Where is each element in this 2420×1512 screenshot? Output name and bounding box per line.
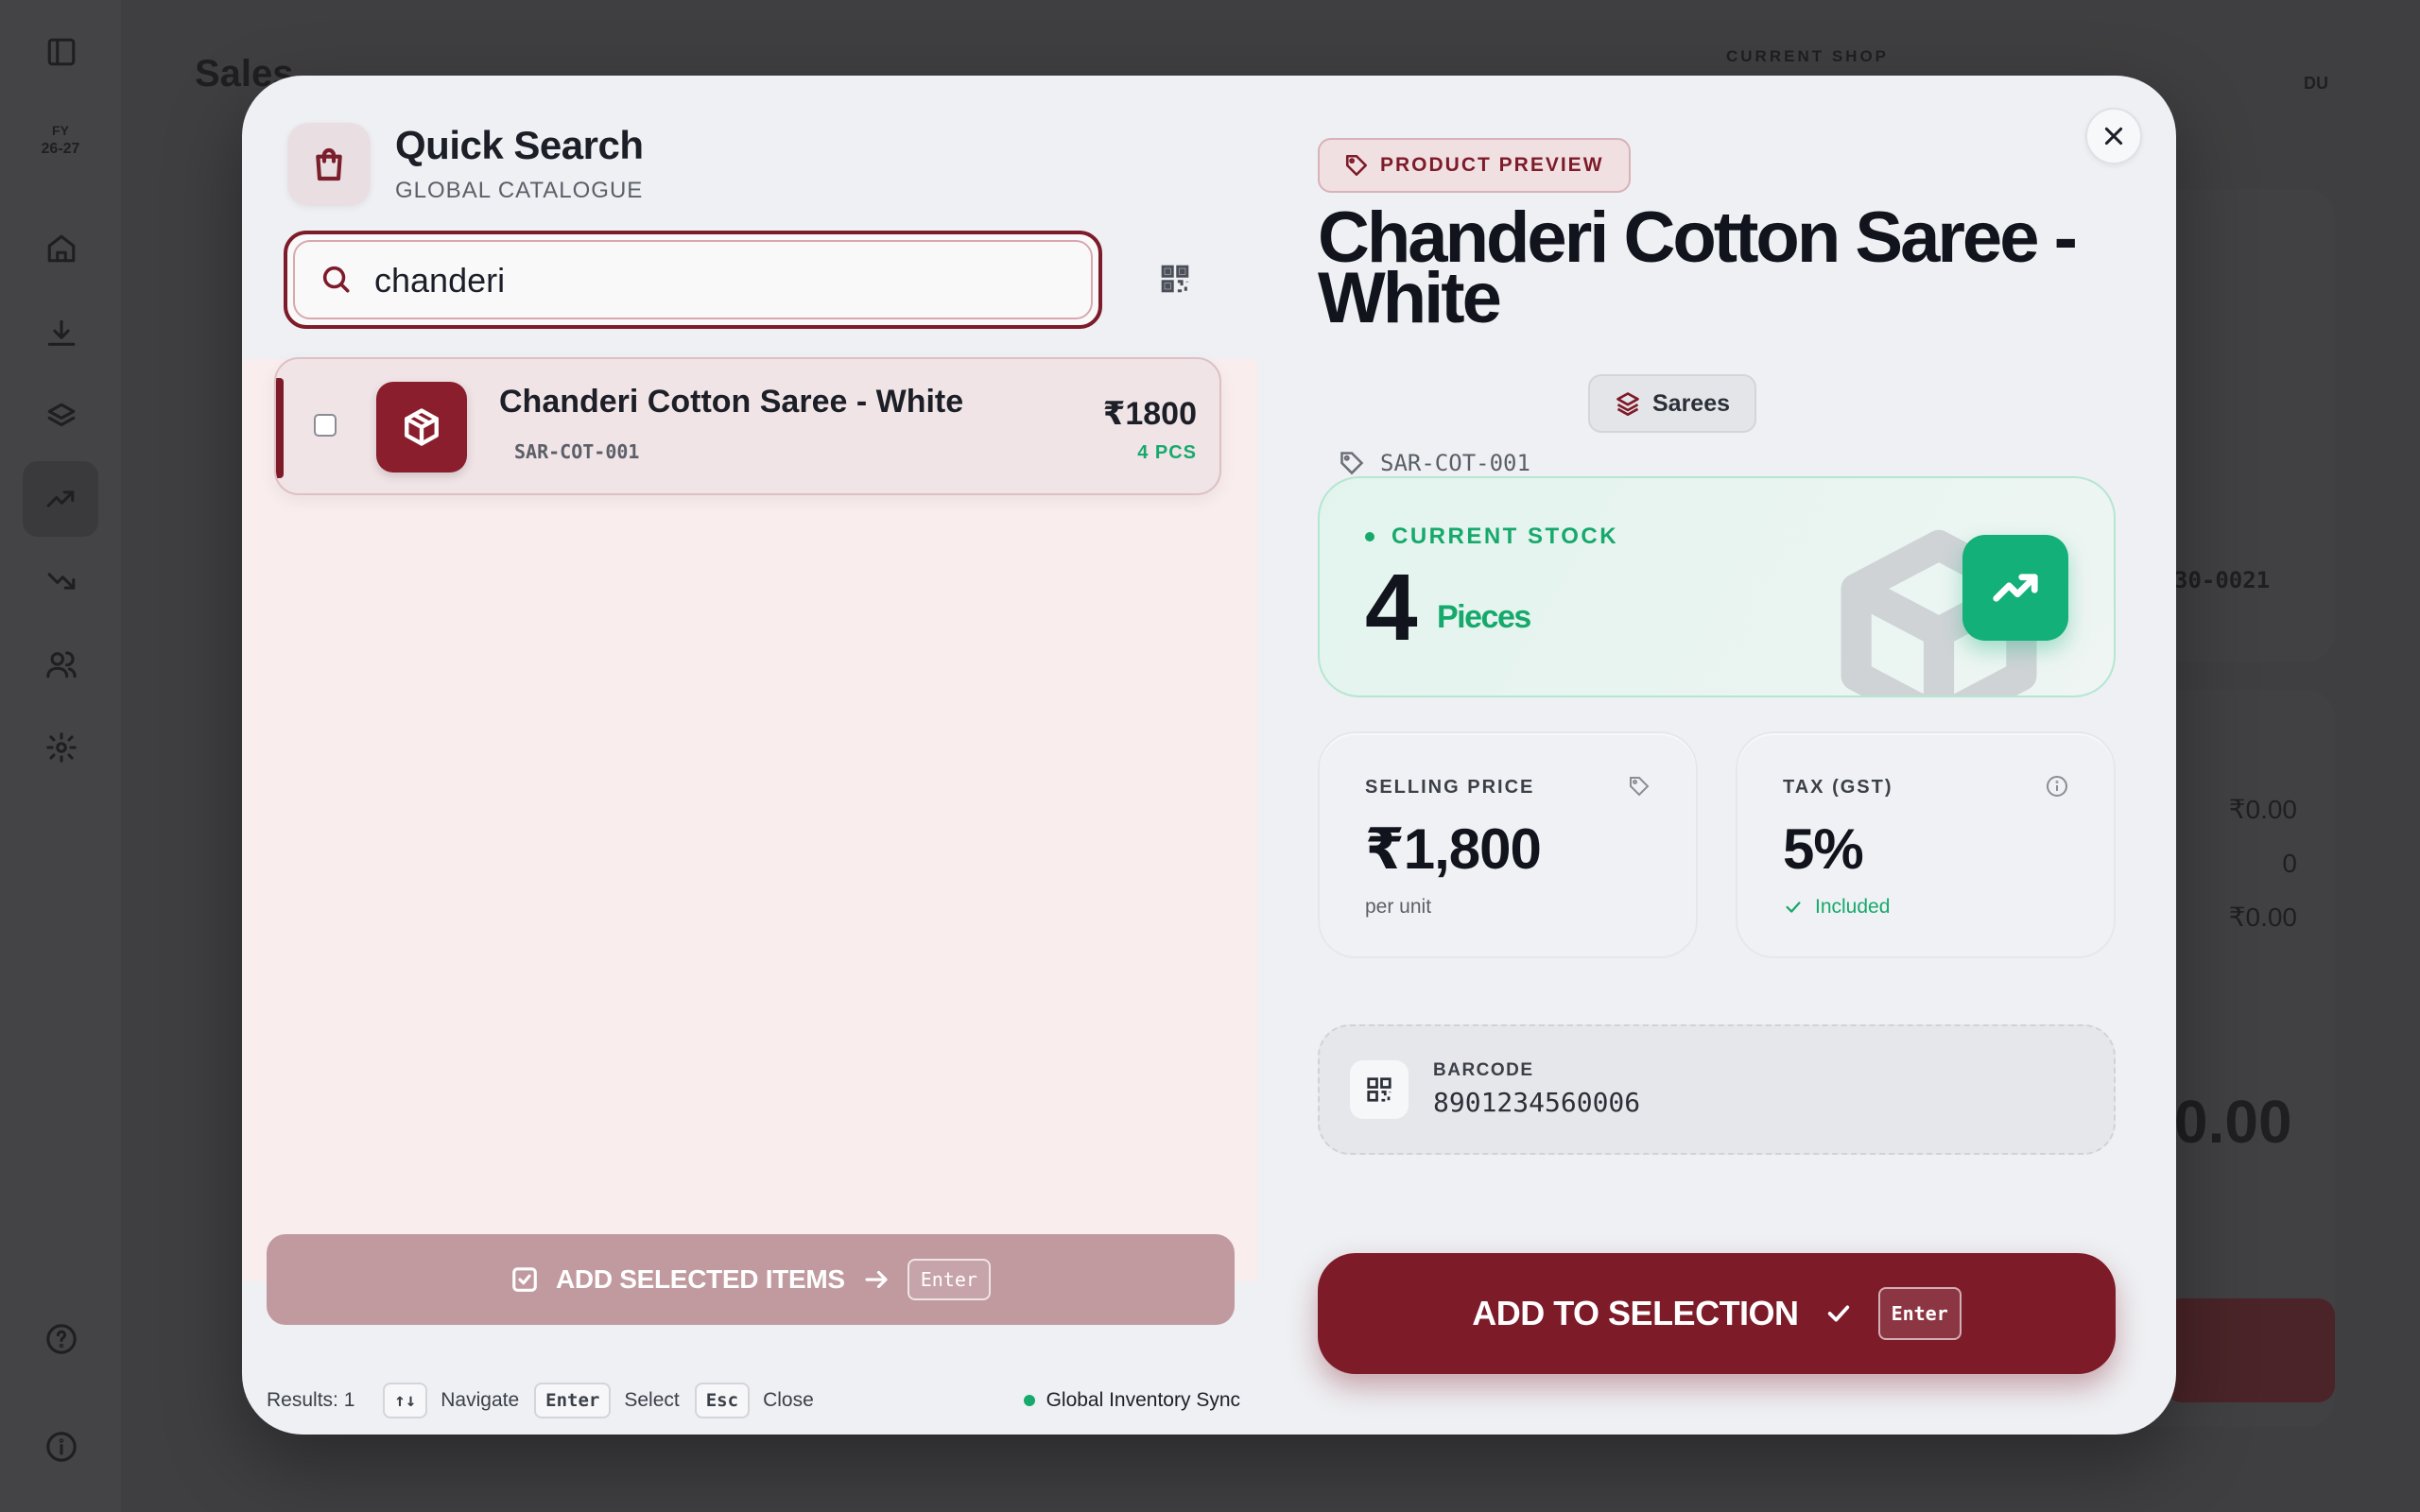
tag-icon	[1340, 452, 1364, 475]
sidebar: FY 26-27	[0, 0, 121, 1512]
stock-value: 4	[1365, 555, 1418, 661]
nav-key: ↑↓	[383, 1383, 428, 1418]
help-icon[interactable]	[38, 1315, 85, 1363]
user-avatar[interactable]: DU	[2288, 62, 2344, 104]
enter-key-hint: Enter	[1877, 1287, 1962, 1340]
qr-code-icon	[1161, 265, 1189, 293]
checkbox-icon	[512, 1267, 537, 1292]
sync-label: Global Inventory Sync	[1046, 1389, 1240, 1411]
tax-label: TAX (GST)	[1783, 777, 1893, 798]
users-icon[interactable]	[38, 641, 85, 688]
grand-total: 0.00	[2174, 1088, 2292, 1156]
select-key: Enter	[534, 1383, 612, 1418]
tax-card: TAX (GST) 5% Included	[1736, 731, 2116, 958]
check-icon	[1786, 902, 1801, 913]
download-icon[interactable]	[38, 310, 85, 357]
price-value: ₹1,800	[1365, 817, 1542, 881]
items-count-value: 0	[2282, 849, 2297, 878]
current-stock-card: CURRENT STOCK 4 Pieces	[1318, 476, 2116, 697]
close-icon	[2104, 127, 2123, 146]
nav-label: Navigate	[441, 1389, 520, 1411]
sync-status-dot	[1023, 1395, 1035, 1406]
shopping-bag-icon	[287, 123, 371, 206]
product-quantity: 4 PCS	[1137, 442, 1197, 463]
selection-indicator	[276, 378, 284, 478]
layers-icon[interactable]	[38, 393, 85, 440]
layers-icon	[1616, 392, 1639, 417]
qr-code-icon	[1350, 1060, 1409, 1119]
tax-included-label: Included	[1815, 896, 1891, 918]
info-icon[interactable]	[38, 1423, 85, 1470]
check-icon	[1827, 1305, 1849, 1322]
tag-icon	[1628, 775, 1652, 799]
selling-price-card: SELLING PRICE ₹1,800 per unit	[1318, 731, 1698, 958]
search-field[interactable]	[284, 231, 1102, 329]
tax-value: 5%	[1783, 817, 1864, 881]
close-label: Close	[763, 1389, 814, 1411]
trending-up-icon[interactable]	[23, 461, 98, 537]
keyboard-hints-footer: Results: 1 ↑↓ Navigate Enter Select Esc …	[267, 1376, 1240, 1425]
results-area	[242, 359, 1257, 1281]
search-input[interactable]	[372, 253, 1038, 308]
tax-value: ₹0.00	[2228, 902, 2297, 932]
preview-sku: SAR-COT-001	[1339, 450, 1530, 476]
enter-key-hint: Enter	[907, 1259, 991, 1300]
modal-subtitle: GLOBAL CATALOGUE	[395, 178, 644, 203]
close-button[interactable]	[2085, 108, 2142, 164]
price-label: SELLING PRICE	[1365, 777, 1535, 798]
search-icon	[320, 263, 354, 297]
barcode-value: 8901234560006	[1433, 1087, 1641, 1118]
add-selected-items-button[interactable]: ADD SELECTED ITEMS Enter	[267, 1234, 1235, 1325]
quick-search-modal: Quick Search GLOBAL CATALOGUE Chanderi C…	[242, 76, 2176, 1435]
category-tag[interactable]: Sarees	[1588, 374, 1757, 433]
add-selected-label: ADD SELECTED ITEMS	[556, 1264, 845, 1294]
stock-unit: Pieces	[1437, 599, 1531, 635]
settings-icon[interactable]	[38, 724, 85, 771]
trending-up-icon[interactable]	[1962, 535, 2068, 641]
esc-key: Esc	[694, 1383, 751, 1418]
stock-label-text: CURRENT STOCK	[1392, 524, 1619, 549]
product-preview-badge: PRODUCT PREVIEW	[1318, 138, 1631, 193]
select-label: Select	[624, 1389, 680, 1411]
shop-label: CURRENT SHOP	[1726, 47, 1890, 65]
fiscal-year[interactable]: FY 26-27	[34, 121, 87, 159]
tag-icon	[1345, 154, 1368, 177]
item-checkbox[interactable]	[314, 414, 337, 437]
package-icon	[376, 382, 467, 472]
preview-badge-label: PRODUCT PREVIEW	[1380, 154, 1604, 176]
subtotal-value: ₹0.00	[2228, 795, 2297, 824]
tax-included: Included	[1783, 896, 1890, 919]
panel-icon[interactable]	[38, 28, 85, 76]
product-sku: SAR-COT-001	[514, 440, 640, 463]
modal-title: Quick Search	[395, 123, 644, 167]
bg-checkout-button[interactable]	[2165, 1298, 2335, 1402]
preview-sku-value: SAR-COT-001	[1380, 450, 1530, 476]
add-to-selection-label: ADD TO SELECTION	[1472, 1294, 1799, 1332]
stock-label: CURRENT STOCK	[1365, 524, 1618, 550]
product-price: ₹1800	[1102, 396, 1197, 432]
category-label: Sarees	[1652, 389, 1731, 417]
fy-label: FY	[52, 123, 69, 138]
list-item[interactable]: Chanderi Cotton Saree - White SAR-COT-00…	[274, 357, 1221, 495]
stock-status-dot	[1365, 532, 1374, 541]
trending-down-icon[interactable]	[38, 558, 85, 605]
home-icon[interactable]	[38, 225, 85, 272]
qr-scan-button[interactable]	[1142, 246, 1208, 312]
add-to-selection-button[interactable]: ADD TO SELECTION Enter	[1318, 1253, 2116, 1374]
fy-value: 26-27	[41, 141, 80, 157]
arrow-right-icon	[865, 1270, 888, 1289]
preview-product-name: Chanderi Cotton Saree - White	[1318, 198, 2078, 338]
barcode-card: BARCODE 8901234560006	[1318, 1024, 2116, 1155]
inventory-sync-status: Global Inventory Sync	[1023, 1389, 1240, 1412]
barcode-label: BARCODE	[1433, 1060, 1534, 1080]
info-icon[interactable]	[2046, 775, 2070, 799]
results-count: Results: 1	[267, 1389, 355, 1411]
invoice-number: 30-0021	[2174, 567, 2271, 593]
product-name: Chanderi Cotton Saree - White	[499, 384, 964, 420]
price-unit: per unit	[1365, 896, 1432, 918]
